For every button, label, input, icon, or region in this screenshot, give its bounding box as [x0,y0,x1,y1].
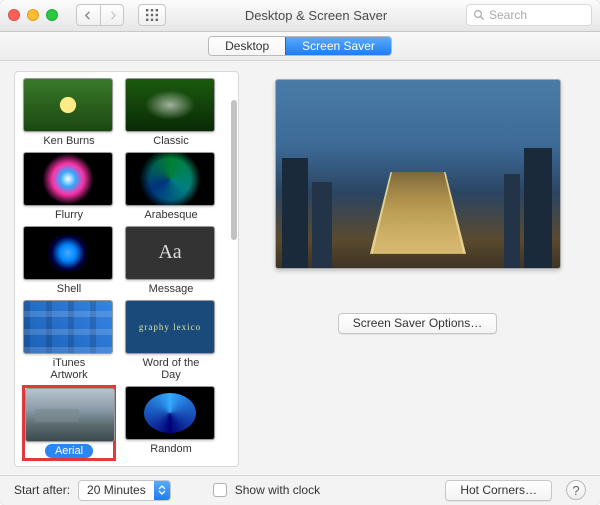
preview-panel: Screen Saver Options… [249,71,586,467]
saver-shell[interactable]: Shell [23,226,115,296]
saver-thumb [125,386,215,440]
screen-saver-options-button[interactable]: Screen Saver Options… [338,313,497,334]
saver-label: Arabesque [134,208,207,222]
zoom-icon[interactable] [46,9,58,21]
screensaver-list[interactable]: Ken Burns Classic Flurry Arabesque Shell [14,71,239,467]
saver-thumb [25,388,115,442]
scrollbar[interactable] [231,100,237,240]
saver-itunes-artwork[interactable]: iTunes Artwork [23,300,115,382]
minimize-icon[interactable] [27,9,39,21]
saver-classic[interactable]: Classic [125,78,217,148]
saver-word-of-the-day[interactable]: graphy lexico Word of the Day [125,300,217,382]
saver-label: Shell [47,282,91,296]
back-button[interactable] [76,4,100,26]
nav-buttons [76,4,124,26]
saver-thumb [125,152,215,206]
saver-message[interactable]: Aa Message [125,226,217,296]
search-placeholder: Search [489,8,527,22]
saver-aerial[interactable]: Aerial [23,386,115,460]
content-area: Ken Burns Classic Flurry Arabesque Shell [0,61,600,475]
saver-label: Message [139,282,204,296]
show-all-button[interactable] [138,4,166,26]
start-after-label: Start after: [14,483,70,497]
saver-thumb [23,300,113,354]
stepper-arrows-icon [154,481,170,500]
traffic-lights [8,9,58,21]
saver-label: Classic [143,134,198,148]
saver-arabesque[interactable]: Arabesque [125,152,217,222]
saver-label: Flurry [45,208,93,222]
saver-label: Ken Burns [33,134,104,148]
show-with-clock-label: Show with clock [235,483,320,497]
saver-label: Word of the Day [125,356,217,382]
preferences-window: Desktop & Screen Saver Search Desktop Sc… [0,0,600,505]
tab-screen-saver[interactable]: Screen Saver [285,37,391,55]
saver-label: Aerial [45,444,93,458]
saver-label: Random [140,442,202,456]
start-after-value: 20 Minutes [79,483,154,497]
saver-thumb: Aa [125,226,215,280]
screensaver-preview[interactable] [275,79,561,269]
forward-button[interactable] [100,4,124,26]
saver-thumb [23,78,113,132]
hot-corners-button[interactable]: Hot Corners… [445,480,552,501]
bottom-bar: Start after: 20 Minutes Show with clock … [0,475,600,505]
tab-segmented-control: Desktop Screen Saver [208,36,392,56]
saver-thumb [23,152,113,206]
search-icon [473,9,485,21]
saver-thumb [125,78,215,132]
help-button[interactable]: ? [566,480,586,500]
saver-flurry[interactable]: Flurry [23,152,115,222]
window-title: Desktop & Screen Saver [172,8,460,23]
saver-label: iTunes Artwork [23,356,115,382]
tab-desktop[interactable]: Desktop [209,37,285,55]
start-after-select[interactable]: 20 Minutes [78,480,171,501]
tab-row: Desktop Screen Saver [0,32,600,61]
saver-thumb [23,226,113,280]
saver-ken-burns[interactable]: Ken Burns [23,78,115,148]
titlebar: Desktop & Screen Saver Search [0,0,600,32]
close-icon[interactable] [8,9,20,21]
saver-random[interactable]: Random [125,386,217,460]
show-with-clock-checkbox[interactable] [213,483,227,497]
search-input[interactable]: Search [466,4,592,26]
saver-thumb: graphy lexico [125,300,215,354]
